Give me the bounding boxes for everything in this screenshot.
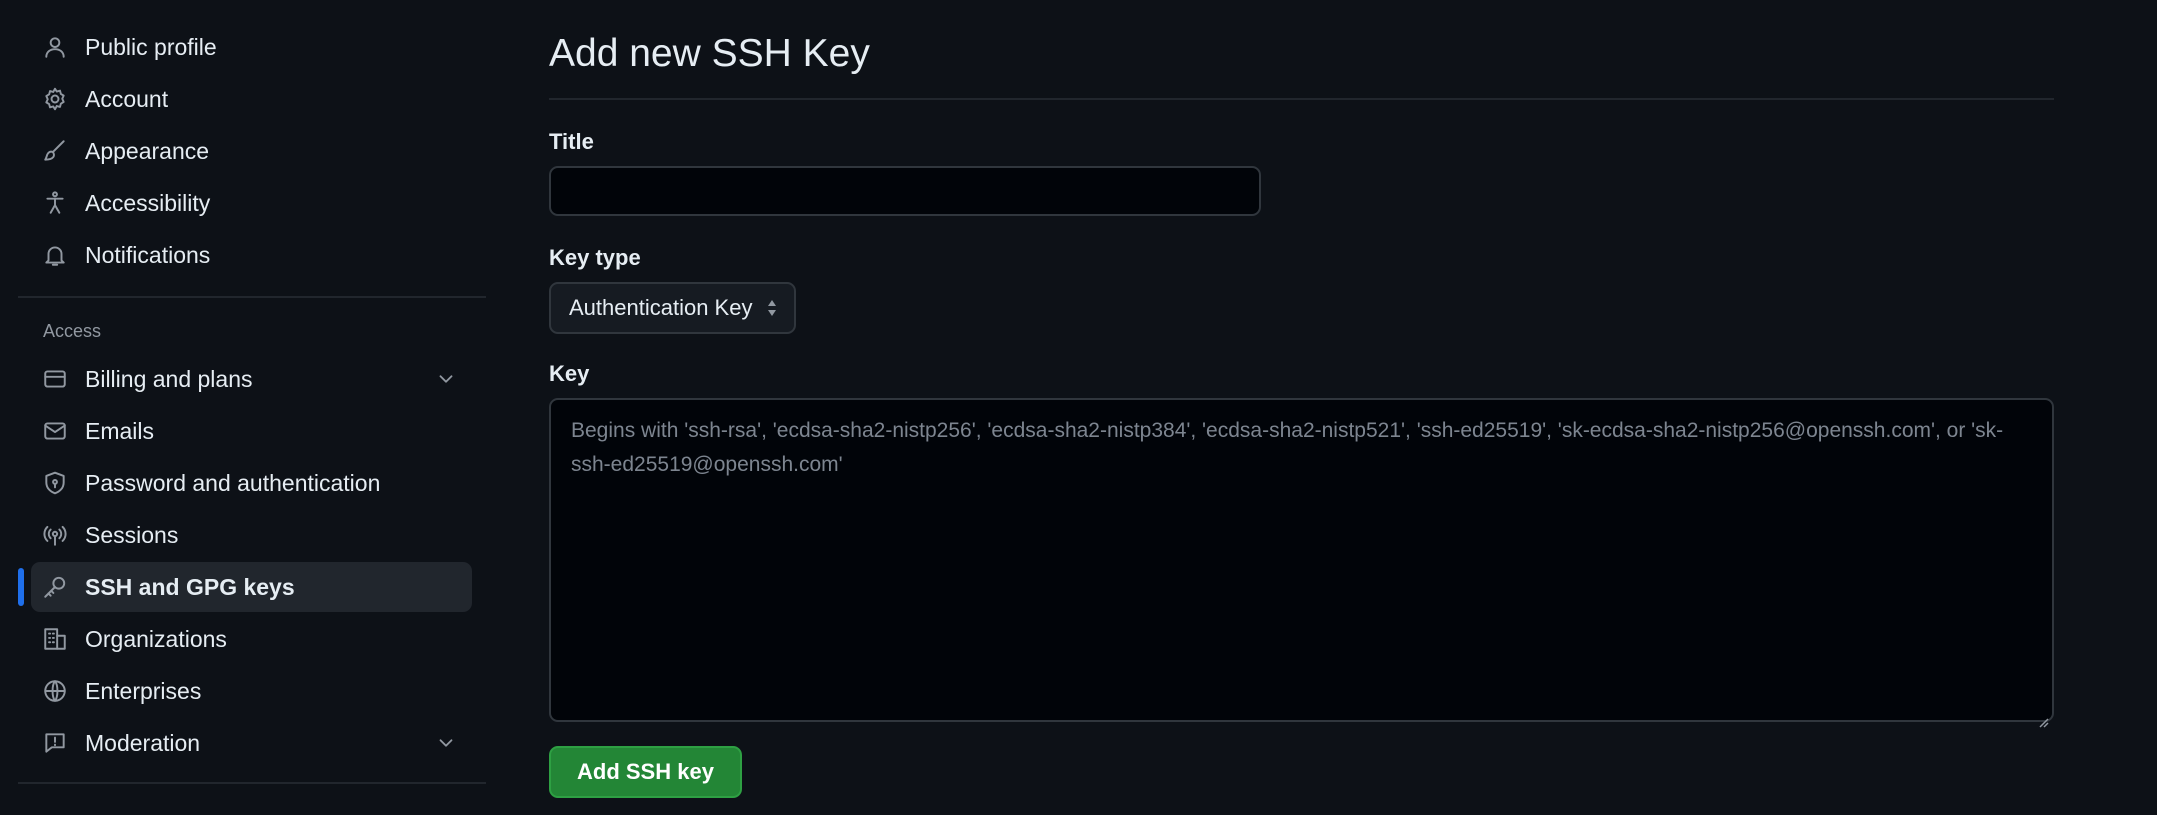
key-placeholder: Begins with 'ssh-rsa', 'ecdsa-sha2-nistp… [571, 419, 2004, 476]
person-icon [41, 33, 69, 61]
sidebar-item-label: Organizations [85, 625, 227, 652]
sidebar-item-emails[interactable]: Emails [31, 406, 472, 456]
sidebar-item-enterprises[interactable]: Enterprises [31, 666, 472, 716]
sidebar-item-label: Appearance [85, 137, 210, 164]
settings-sidebar: Public profile Account Appearance Access… [18, 22, 486, 800]
sidebar-item-organizations[interactable]: Organizations [31, 614, 472, 664]
page-title: Add new SSH Key [549, 32, 870, 75]
sidebar-item-label: Moderation [85, 729, 201, 756]
sidebar-item-label: Notifications [85, 241, 211, 268]
key-icon [41, 573, 69, 601]
sidebar-item-label: Emails [85, 417, 155, 444]
gear-icon [41, 85, 69, 113]
mail-icon [41, 417, 69, 445]
chevron-down-icon[interactable] [432, 365, 460, 393]
sidebar-item-account[interactable]: Account [31, 74, 472, 124]
sidebar-item-accessibility[interactable]: Accessibility [31, 178, 472, 228]
select-arrows-icon [764, 296, 780, 320]
sidebar-item-label: Password and authentication [85, 469, 381, 496]
sidebar-divider [18, 782, 486, 784]
title-divider [549, 98, 2054, 100]
chevron-down-icon[interactable] [432, 729, 460, 757]
key-type-select[interactable]: Authentication Key [549, 282, 797, 334]
sidebar-item-label: Accessibility [85, 189, 211, 216]
key-type-label: Key type [549, 245, 641, 270]
shield-lock-icon [41, 469, 69, 497]
key-textarea[interactable]: Begins with 'ssh-rsa', 'ecdsa-sha2-nistp… [549, 398, 2054, 728]
sidebar-item-label: Sessions [85, 521, 179, 548]
add-ssh-key-button[interactable]: Add SSH key [549, 746, 742, 798]
credit-card-icon [41, 365, 69, 393]
sidebar-item-appearance[interactable]: Appearance [31, 126, 472, 176]
sidebar-item-label: SSH and GPG keys [85, 573, 295, 600]
sidebar-section-heading: Access [43, 321, 102, 341]
sidebar-item-notifications[interactable]: Notifications [31, 230, 472, 280]
sidebar-item-sessions[interactable]: Sessions [31, 510, 472, 560]
sidebar-item-moderation[interactable]: Moderation [31, 718, 472, 768]
key-type-selected-value: Authentication Key [569, 295, 753, 320]
bell-icon [41, 241, 69, 269]
report-icon [41, 729, 69, 757]
sidebar-item-public-profile[interactable]: Public profile [31, 22, 472, 72]
sidebar-item-ssh-gpg-keys[interactable]: SSH and GPG keys [18, 562, 472, 612]
accessibility-icon [41, 189, 69, 217]
sidebar-item-label: Enterprises [85, 677, 202, 704]
paintbrush-icon [41, 137, 69, 165]
title-input[interactable] [549, 166, 1261, 216]
sidebar-item-password-authentication[interactable]: Password and authentication [31, 458, 472, 508]
sidebar-divider [18, 296, 486, 298]
organization-icon [41, 625, 69, 653]
globe-icon [41, 677, 69, 705]
key-label: Key [549, 361, 590, 386]
sidebar-item-billing[interactable]: Billing and plans [31, 354, 472, 404]
sidebar-item-label: Billing and plans [85, 365, 253, 392]
title-label: Title [549, 129, 594, 154]
add-ssh-key-form: Add new SSH Key Title Key type Authentic… [549, 22, 2054, 798]
settings-page: Public profile Account Appearance Access… [0, 0, 2157, 815]
resize-handle-icon[interactable] [2037, 705, 2049, 728]
sidebar-item-label: Public profile [85, 33, 217, 60]
broadcast-icon [41, 521, 69, 549]
sidebar-item-label: Account [85, 85, 169, 112]
